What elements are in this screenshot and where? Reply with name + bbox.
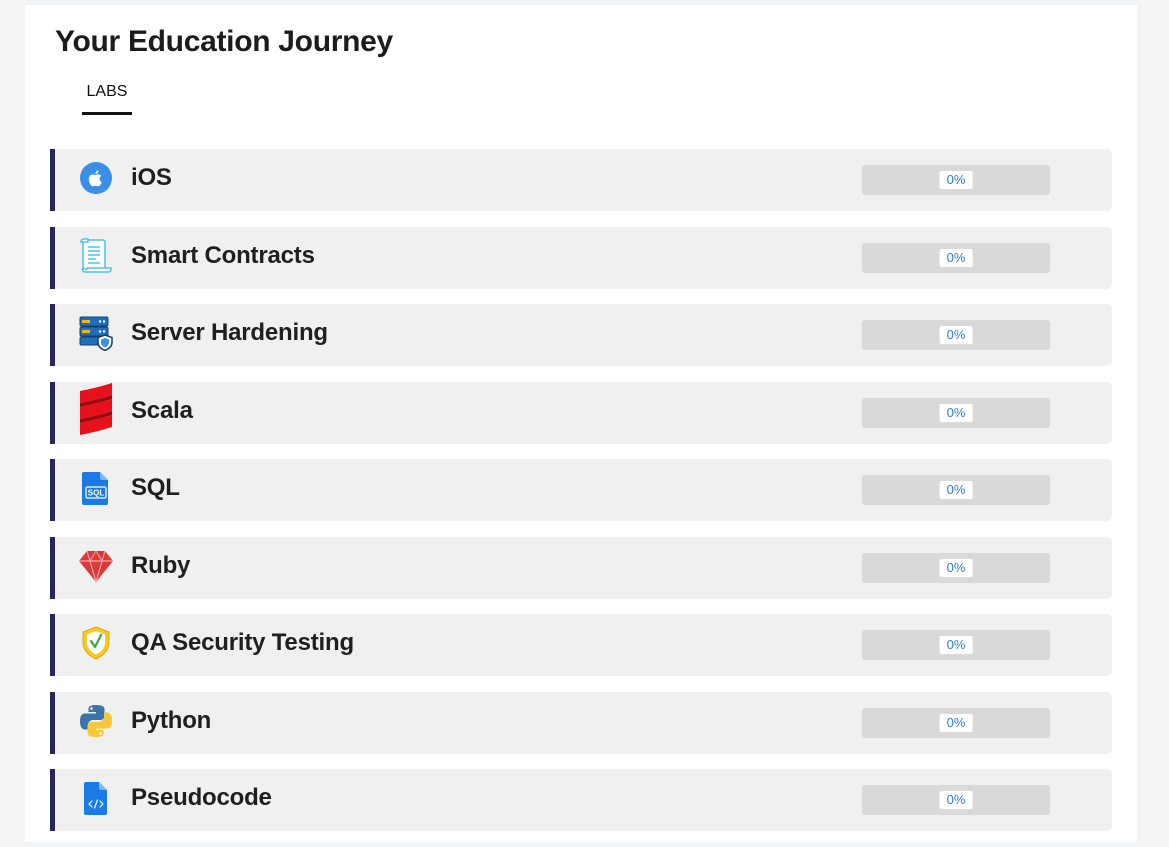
lab-row-ruby[interactable]: Ruby 0%	[50, 536, 1112, 599]
progress-label: 0%	[939, 791, 973, 809]
lab-name: Scala	[131, 396, 193, 424]
progress-label: 0%	[939, 481, 973, 499]
progress-bar: 0%	[862, 630, 1050, 660]
lab-name: Smart Contracts	[131, 241, 315, 269]
progress-bar: 0%	[862, 397, 1050, 428]
lab-row-python[interactable]: Python 0%	[50, 691, 1112, 754]
svg-text:SQL: SQL	[88, 489, 105, 498]
lab-row-scala[interactable]: Scala 0%	[50, 381, 1112, 444]
scala-icon	[78, 382, 114, 440]
ruby-gem-icon	[78, 548, 114, 584]
code-file-icon	[78, 780, 114, 816]
progress-label: 0%	[939, 171, 973, 189]
python-icon	[78, 703, 114, 739]
lab-name: Pseudocode	[131, 784, 272, 811]
progress-bar: 0%	[862, 320, 1050, 350]
progress-label: 0%	[939, 713, 973, 732]
progress-label: 0%	[939, 636, 973, 654]
progress-label: 0%	[939, 326, 973, 344]
progress-label: 0%	[939, 558, 973, 577]
tab-labs[interactable]: LABS	[82, 81, 132, 115]
lab-row-server-hardening[interactable]: Server Hardening 0%	[50, 304, 1112, 366]
lab-name: Server Hardening	[131, 319, 328, 346]
progress-bar: 0%	[862, 707, 1050, 738]
sql-file-icon: SQL	[78, 470, 114, 506]
lab-row-sql[interactable]: SQL SQL 0%	[50, 459, 1112, 521]
progress-bar: 0%	[862, 165, 1050, 195]
education-journey-panel: Your Education Journey LABS iOS 0% Smart…	[25, 5, 1137, 842]
lab-list: iOS 0% Smart Contracts 0% Server Hardeni…	[50, 149, 1112, 847]
lab-row-qa-security-testing[interactable]: QA Security Testing 0%	[50, 614, 1112, 676]
progress-label: 0%	[939, 403, 973, 422]
progress-bar: 0%	[862, 552, 1050, 583]
lab-name: iOS	[131, 164, 172, 191]
progress-bar: 0%	[862, 475, 1050, 505]
lab-row-ios[interactable]: iOS 0%	[50, 149, 1112, 211]
lab-name: Ruby	[131, 551, 191, 579]
lab-row-pseudocode[interactable]: Pseudocode 0%	[50, 769, 1112, 831]
progress-bar: 0%	[862, 242, 1050, 273]
lab-name: QA Security Testing	[131, 629, 354, 656]
server-shield-icon	[78, 315, 114, 351]
lab-name: SQL	[131, 474, 180, 501]
progress-bar: 0%	[862, 785, 1050, 815]
apple-icon	[78, 160, 114, 196]
scroll-contract-icon	[78, 237, 114, 274]
lab-row-smart-contracts[interactable]: Smart Contracts 0%	[50, 226, 1112, 289]
shield-check-icon	[78, 625, 114, 661]
tab-labs-label: LABS	[86, 83, 128, 100]
page-title: Your Education Journey	[55, 25, 393, 58]
lab-name: Python	[131, 706, 212, 734]
progress-label: 0%	[939, 248, 973, 267]
